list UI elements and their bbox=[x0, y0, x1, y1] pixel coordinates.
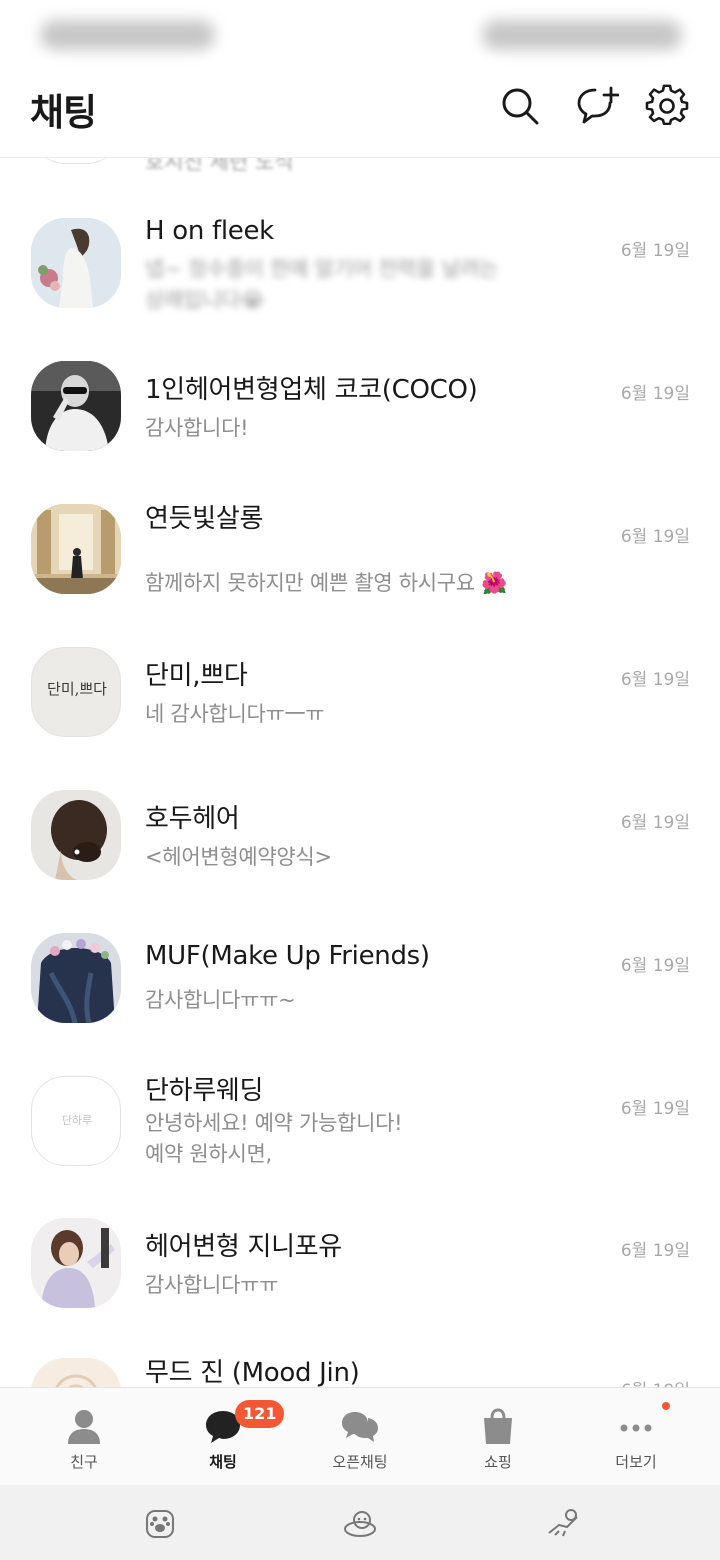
chat-row-danmi[interactable]: 단미,쁘다 단미,쁘다 네 감사합니다ㅠ一ㅠ 6월 19일 bbox=[0, 647, 720, 790]
chat-row-h-on-fleek[interactable]: H on fleek 넵~ 정수중이 한에 알기어 전력을 날려는 상래입니다😭… bbox=[0, 216, 720, 361]
chat-preview: 호시진 세련 도식 bbox=[145, 158, 294, 174]
more-icon bbox=[620, 1424, 652, 1432]
avatar bbox=[31, 790, 121, 880]
character-icon[interactable] bbox=[342, 1505, 378, 1541]
chat-name: 1인헤어변형업체 코코(COCO) bbox=[145, 375, 478, 405]
new-chat-icon[interactable] bbox=[575, 84, 619, 128]
chat-time: 6월 19일 bbox=[621, 1376, 690, 1387]
chat-row-yeondeutbit[interactable]: 연듯빛살롱 함께하지 못하지만 예쁜 촬영 하시구요 🌺 6월 19일 bbox=[0, 504, 720, 647]
status-bar-left-blurred bbox=[40, 20, 215, 50]
search-icon[interactable] bbox=[498, 84, 542, 128]
tab-open-chat[interactable]: 오픈채팅 bbox=[288, 1388, 432, 1486]
unread-badge: 121 bbox=[235, 1400, 285, 1428]
tab-label: 친구 bbox=[70, 1453, 98, 1471]
tab-label: 채팅 bbox=[209, 1453, 237, 1471]
chat-preview: 안녕하세요! 예약 가능합니다! bbox=[145, 1111, 403, 1135]
chat-list[interactable]: 호시진 세련 도식 H on fleek 넵~ 정수중이 한에 알기어 전력을 … bbox=[0, 158, 720, 1387]
person-icon bbox=[68, 1410, 100, 1444]
chat-preview: 감사합니다ㅠㅠ~ bbox=[145, 988, 296, 1012]
chat-time: 6월 19일 bbox=[620, 813, 690, 833]
character-running-icon[interactable] bbox=[545, 1505, 581, 1541]
chat-preview-line-2: 예약 원하시면, bbox=[145, 1142, 272, 1166]
header: 채팅 bbox=[0, 70, 720, 158]
chat-row-partial[interactable]: 호시진 세련 도식 bbox=[0, 158, 720, 180]
notification-dot bbox=[662, 1402, 670, 1410]
chat-time: 6월 19일 bbox=[620, 670, 690, 690]
tab-chats[interactable]: 121 채팅 bbox=[151, 1388, 295, 1486]
chat-name: 단미,쁘다 bbox=[145, 661, 248, 691]
chat-row-hodu-hair[interactable]: 호두헤어 <헤어변형예약양식> 6월 19일 bbox=[0, 790, 720, 933]
avatar bbox=[31, 218, 121, 308]
tab-more[interactable]: 더보기 bbox=[564, 1388, 708, 1486]
status-bar bbox=[0, 0, 720, 70]
chat-time: 6월 19일 bbox=[620, 1241, 690, 1261]
chat-preview: 감사합니다! bbox=[145, 416, 249, 440]
avatar-logo-text: 단미,쁘다 bbox=[47, 680, 107, 698]
chat-name: 무드 진 (Mood Jin) bbox=[145, 1358, 360, 1387]
chat-time: 6월 19일 bbox=[620, 527, 690, 547]
chat-preview-line-2: 상래입니다😭 bbox=[145, 288, 265, 312]
tab-friends[interactable]: 친구 bbox=[12, 1388, 156, 1486]
avatar bbox=[31, 1218, 121, 1308]
avatar bbox=[31, 158, 121, 164]
chat-preview: 네 감사합니다ㅠ一ㅠ bbox=[145, 702, 325, 726]
page-title: 채팅 bbox=[30, 91, 97, 134]
avatar bbox=[31, 361, 121, 451]
chat-row-muf[interactable]: MUF(Make Up Friends) 감사합니다ㅠㅠ~ 6월 19일 bbox=[0, 933, 720, 1076]
chat-name: 헤어변형 지니포유 bbox=[145, 1232, 342, 1262]
chat-name: 호두헤어 bbox=[145, 804, 240, 834]
chat-time: 6월 19일 bbox=[620, 1099, 690, 1119]
tab-label: 오픈채팅 bbox=[332, 1453, 388, 1471]
chat-preview: <헤어변형예약양식> bbox=[145, 845, 332, 869]
avatar bbox=[31, 933, 121, 1023]
chat-row-mood-jin[interactable]: 무드 진 (Mood Jin) 6월 19일 bbox=[0, 1358, 720, 1387]
chat-time: 6월 19일 bbox=[620, 241, 690, 261]
chat-preview: 감사합니다ㅠㅠ bbox=[145, 1273, 279, 1297]
avatar bbox=[31, 1358, 121, 1387]
chat-row-coco[interactable]: 1인헤어변형업체 코코(COCO) 감사합니다! 6월 19일 bbox=[0, 361, 720, 504]
chat-preview: 함께하지 못하지만 예쁜 촬영 하시구요 🌺 bbox=[145, 571, 508, 595]
avatar bbox=[31, 504, 121, 594]
chat-preview: 넵~ 정수중이 한에 알기어 전력을 날려는 bbox=[145, 257, 499, 281]
chat-name: H on fleek bbox=[145, 216, 274, 246]
open-chat-icon bbox=[342, 1412, 378, 1442]
chat-row-jinipoyu[interactable]: 헤어변형 지니포유 감사합니다ㅠㅠ 6월 19일 bbox=[0, 1218, 720, 1361]
tab-shopping[interactable]: 쇼핑 bbox=[426, 1388, 570, 1486]
settings-gear-icon[interactable] bbox=[645, 84, 689, 128]
paw-icon[interactable] bbox=[142, 1505, 178, 1541]
chat-row-danharu-wedding[interactable]: 단하루 단하루웨딩 안녕하세요! 예약 가능합니다! 예약 원하시면, 6월 1… bbox=[0, 1076, 720, 1219]
bottom-tab-bar: 친구 121 채팅 오픈채팅 쇼핑 더보기 bbox=[0, 1387, 720, 1485]
status-bar-right-blurred bbox=[482, 20, 682, 50]
tab-label: 쇼핑 bbox=[484, 1453, 512, 1471]
chat-name: MUF(Make Up Friends) bbox=[145, 941, 430, 971]
chat-time: 6월 19일 bbox=[620, 384, 690, 404]
tab-label: 더보기 bbox=[615, 1453, 657, 1471]
shopping-bag-icon bbox=[484, 1408, 512, 1444]
avatar: 단하루 bbox=[31, 1076, 121, 1166]
chat-name: 연듯빛살롱 bbox=[145, 504, 264, 534]
avatar-logo-text: 단하루 bbox=[61, 1114, 93, 1127]
chat-name: 단하루웨딩 bbox=[145, 1076, 264, 1106]
chat-time: 6월 19일 bbox=[620, 956, 690, 976]
bottom-emoticon-strip bbox=[0, 1485, 720, 1560]
avatar: 단미,쁘다 bbox=[31, 647, 121, 737]
